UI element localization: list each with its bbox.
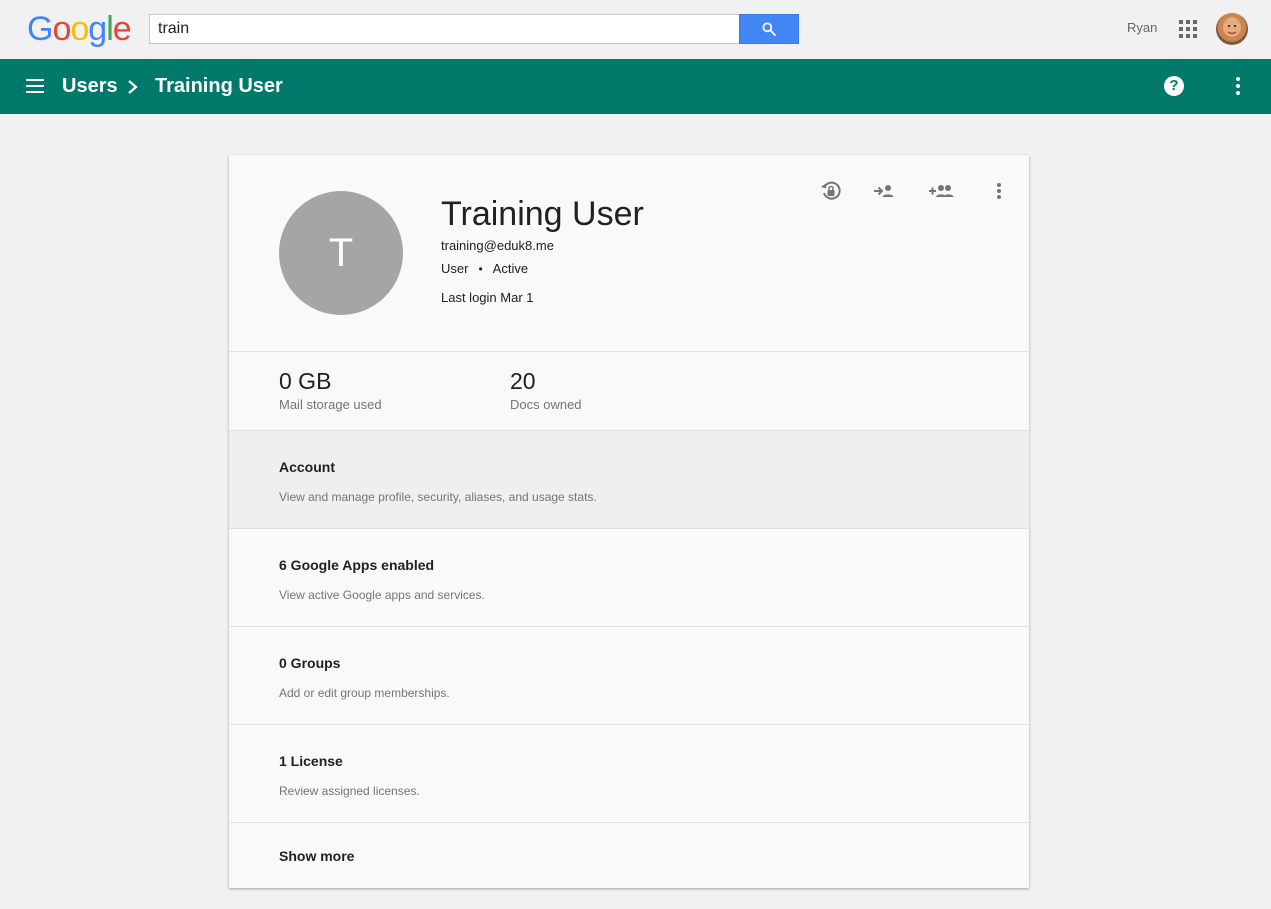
section-title: 1 License <box>279 753 343 769</box>
logo-letter: g <box>88 10 107 48</box>
search-box <box>149 14 799 44</box>
user-role-status: User • Active <box>441 261 528 276</box>
logo-letter: e <box>112 10 132 48</box>
section-title: Account <box>279 459 335 475</box>
docs-owned-value: 20 <box>510 368 536 394</box>
help-icon[interactable]: ? <box>1164 76 1184 96</box>
logo-letter: o <box>70 10 89 48</box>
reset-password-icon <box>821 181 841 200</box>
account-name[interactable]: Ryan <box>1127 20 1157 35</box>
show-more-link[interactable]: Show more <box>279 848 354 864</box>
last-login: Last login Mar 1 <box>441 290 534 305</box>
sign-in-user-button[interactable] <box>870 177 898 205</box>
breadcrumb-current: Training User <box>155 75 283 97</box>
apps-grid-icon[interactable] <box>1179 20 1197 38</box>
section-title: 6 Google Apps enabled <box>279 557 435 573</box>
section-apps[interactable]: 6 Google Apps enabled View active Google… <box>229 529 1029 627</box>
section-description: Review assigned licenses. <box>279 784 420 798</box>
user-status: Active <box>492 261 529 276</box>
avatar[interactable] <box>1216 13 1248 45</box>
section-description: Add or edit group memberships. <box>279 686 450 700</box>
google-top-bar: Google Ryan <box>0 0 1271 59</box>
user-card: T Training User training@eduk8.me User • A… <box>229 155 1029 888</box>
reset-password-button[interactable] <box>817 177 845 205</box>
google-logo[interactable]: Google <box>27 9 132 49</box>
section-description: View and manage profile, security, alias… <box>279 490 597 504</box>
user-role: User <box>441 261 469 276</box>
section-description: View active Google apps and services. <box>279 588 485 602</box>
usage-stats: 0 GB Mail storage used 20 Docs owned <box>229 352 1029 431</box>
add-to-group-button[interactable] <box>928 177 956 205</box>
profile-header: T Training User training@eduk8.me User • A… <box>229 155 1029 352</box>
search-icon <box>762 22 776 36</box>
logo-letter: G <box>27 10 53 48</box>
user-name: Training User <box>441 195 644 233</box>
admin-app-bar: Users Training User ? <box>0 59 1271 114</box>
status-separator: • <box>478 262 483 276</box>
mail-storage-value: 0 GB <box>279 368 332 394</box>
add-to-group-icon <box>929 185 954 197</box>
menu-icon[interactable] <box>26 79 44 93</box>
user-email: training@eduk8.me <box>441 238 554 253</box>
logo-letter: o <box>52 10 71 48</box>
section-licenses[interactable]: 1 License Review assigned licenses. <box>229 725 1029 823</box>
sign-in-icon <box>874 185 894 197</box>
mail-storage-label: Mail storage used <box>279 397 382 412</box>
chevron-right-icon <box>128 80 138 94</box>
search-button[interactable] <box>739 14 799 44</box>
user-avatar: T <box>279 191 403 315</box>
more-vert-icon[interactable] <box>1235 77 1241 95</box>
search-input[interactable] <box>149 14 740 44</box>
section-groups[interactable]: 0 Groups Add or edit group memberships. <box>229 627 1029 725</box>
section-account[interactable]: Account View and manage profile, securit… <box>229 431 1029 529</box>
user-photo-icon <box>1224 17 1240 37</box>
breadcrumb-users[interactable]: Users <box>62 75 118 98</box>
docs-owned-label: Docs owned <box>510 397 582 412</box>
section-title: 0 Groups <box>279 655 341 671</box>
more-vert-icon <box>997 183 1001 199</box>
more-actions-button[interactable] <box>985 177 1013 205</box>
